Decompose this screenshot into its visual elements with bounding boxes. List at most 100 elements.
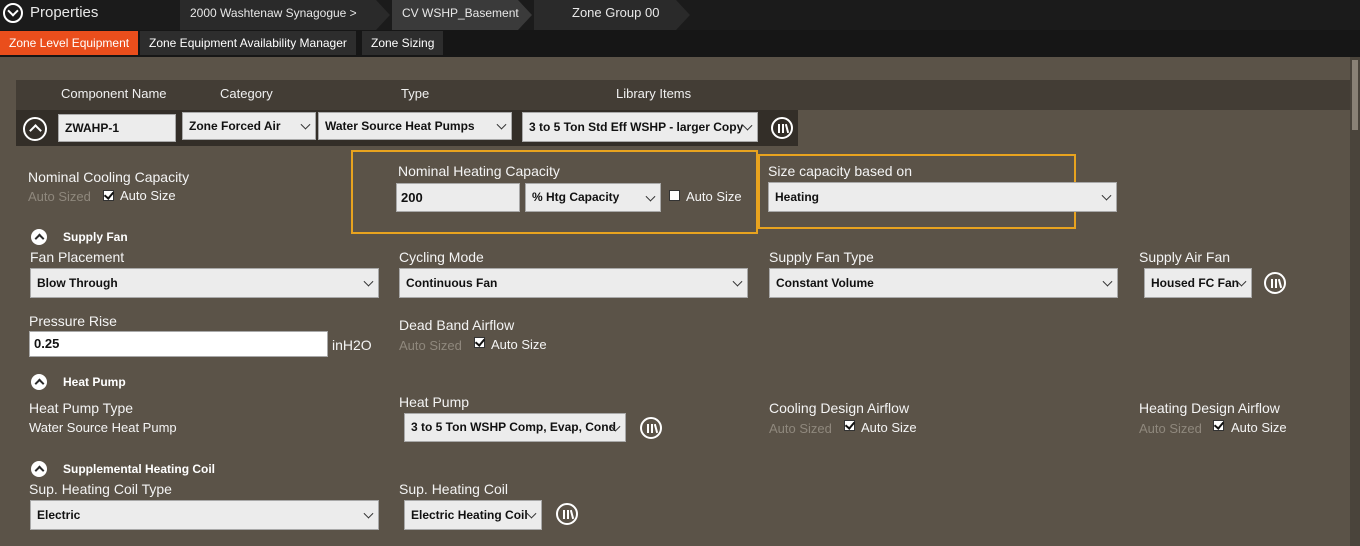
library-books-icon [569, 509, 575, 520]
fan-placement-label: Fan Placement [30, 249, 125, 265]
collapse-heat-pump-button[interactable] [31, 374, 47, 390]
column-header-category: Category [220, 86, 273, 101]
heat-pump-label: Heat Pump [399, 394, 470, 410]
cycling-mode-label: Cycling Mode [399, 249, 484, 265]
dead-band-autosize-label: Auto Size [491, 337, 547, 352]
collapse-properties-button[interactable] [3, 3, 23, 23]
sup-heating-coil-dropdown[interactable]: Electric Heating Coil [404, 500, 542, 530]
breadcrumb-label: CV WSHP_Basement [402, 6, 519, 20]
size-based-value: Heating [775, 190, 820, 204]
heat-pump-library-button[interactable] [640, 417, 662, 439]
heating-unit-value: % Htg Capacity [532, 190, 620, 204]
supply-air-fan-value: Housed FC Fan [1151, 276, 1240, 290]
collapse-component-button[interactable] [23, 117, 47, 141]
cycling-mode-dropdown[interactable]: Continuous Fan [399, 268, 748, 298]
heat-pump-type-value: Water Source Heat Pump [29, 420, 177, 435]
supply-fan-type-dropdown[interactable]: Constant Volume [769, 268, 1118, 298]
cycling-mode-value: Continuous Fan [406, 276, 498, 290]
scrollbar-thumb[interactable] [1352, 60, 1358, 130]
library-books-icon [1277, 278, 1283, 289]
type-value: Water Source Heat Pumps [325, 119, 475, 133]
heating-airflow-autosize-label: Auto Size [1231, 420, 1287, 435]
cooling-airflow-autosize-label: Auto Size [861, 420, 917, 435]
sup-heating-coil-label: Sup. Heating Coil [399, 481, 508, 497]
supply-fan-type-value: Constant Volume [776, 276, 874, 290]
sup-coil-library-button[interactable] [556, 503, 578, 525]
heating-design-airflow-label: Heating Design Airflow [1139, 400, 1280, 416]
heating-airflow-autosize-checkbox[interactable] [1213, 420, 1224, 431]
nominal-heating-capacity-label: Nominal Heating Capacity [398, 163, 560, 179]
collapse-supply-fan-button[interactable] [31, 229, 47, 245]
library-books-icon [778, 124, 780, 133]
dead-band-airflow-value: Auto Sized [399, 338, 462, 353]
column-header-component-name: Component Name [61, 86, 167, 101]
chevron-down-icon [732, 276, 743, 287]
fan-placement-dropdown[interactable]: Blow Through [30, 268, 379, 298]
component-name-input[interactable]: ZWAHP-1 [58, 114, 176, 142]
scrollbar-track[interactable] [1350, 57, 1360, 546]
heating-capacity-unit-dropdown[interactable]: % Htg Capacity [525, 183, 661, 212]
cooling-autosize-checkbox[interactable] [103, 190, 114, 201]
heating-autosize-checkbox[interactable] [669, 190, 680, 201]
library-books-icon [784, 123, 790, 134]
chevron-down-icon [1101, 190, 1112, 201]
heat-pump-section-title: Heat Pump [63, 375, 126, 389]
chevron-down-icon [496, 119, 507, 130]
chevron-down-icon [363, 276, 374, 287]
supplemental-coil-section-title: Supplemental Heating Coil [63, 462, 216, 476]
supply-fan-section-title: Supply Fan [63, 230, 128, 244]
chevron-down-icon [1102, 276, 1113, 287]
cooling-airflow-autosize-checkbox[interactable] [844, 420, 855, 431]
size-capacity-based-on-dropdown[interactable]: Heating [768, 182, 1117, 212]
cooling-design-airflow-value: Auto Sized [769, 421, 832, 436]
tab-zone-equipment-availability-manager[interactable]: Zone Equipment Availability Manager [140, 31, 356, 55]
chevron-down-icon [645, 191, 656, 202]
sup-coil-type-value: Electric [37, 508, 81, 522]
cooling-design-airflow-label: Cooling Design Airflow [769, 400, 910, 416]
supply-air-fan-library-button[interactable] [1264, 272, 1286, 294]
column-header-type: Type [401, 86, 430, 101]
library-books-icon [563, 510, 565, 519]
column-header-library-items: Library Items [616, 86, 692, 101]
chevron-down-icon [363, 508, 374, 519]
type-dropdown[interactable]: Water Source Heat Pumps [318, 112, 512, 140]
dead-band-autosize-checkbox[interactable] [474, 337, 485, 348]
heat-pump-value: 3 to 5 Ton WSHP Comp, Evap, Cond [411, 420, 616, 434]
pressure-rise-input[interactable]: 0.25 [29, 331, 328, 357]
tab-zone-level-equipment[interactable]: Zone Level Equipment [0, 31, 139, 55]
nominal-heating-capacity-input[interactable]: 200 [396, 183, 520, 212]
heat-pump-dropdown[interactable]: 3 to 5 Ton WSHP Comp, Evap, Cond [404, 413, 626, 442]
tab-zone-sizing[interactable]: Zone Sizing [362, 31, 444, 55]
breadcrumb-label: Zone Group 00 [572, 5, 660, 20]
chevron-down-icon [7, 5, 19, 17]
sup-heating-coil-type-label: Sup. Heating Coil Type [29, 481, 172, 497]
heating-design-airflow-value: Auto Sized [1139, 421, 1202, 436]
category-dropdown[interactable]: Zone Forced Air [182, 112, 316, 140]
chevron-up-icon [29, 124, 42, 137]
library-button[interactable] [771, 117, 793, 139]
library-items-dropdown[interactable]: 3 to 5 Ton Std Eff WSHP - larger Copy [522, 112, 758, 142]
fan-placement-value: Blow Through [37, 276, 118, 290]
pressure-rise-unit: inH2O [332, 337, 372, 353]
breadcrumb-item-airloop[interactable]: CV WSHP_Basement [392, 0, 532, 30]
sup-coil-value: Electric Heating Coil [411, 508, 528, 522]
supply-air-fan-label: Supply Air Fan [1139, 249, 1231, 265]
library-books-icon [647, 424, 649, 433]
library-books-icon [1275, 279, 1277, 288]
pressure-rise-label: Pressure Rise [29, 313, 117, 329]
collapse-supplemental-coil-button[interactable] [31, 461, 47, 477]
supply-air-fan-dropdown[interactable]: Housed FC Fan [1144, 268, 1252, 298]
cooling-autosize-label: Auto Size [120, 188, 176, 203]
breadcrumb-item-project[interactable]: 2000 Washtenaw Synagogue > [180, 0, 390, 30]
chevron-down-icon [526, 508, 537, 519]
supply-fan-type-label: Supply Fan Type [769, 249, 874, 265]
heat-pump-type-label: Heat Pump Type [29, 400, 134, 416]
breadcrumb-item-zone-group[interactable]: Zone Group 00 [534, 0, 690, 30]
library-books-icon [782, 124, 784, 133]
size-capacity-based-on-label: Size capacity based on [768, 163, 912, 179]
library-books-icon [651, 424, 653, 433]
nominal-cooling-capacity-label: Nominal Cooling Capacity [28, 169, 190, 185]
chevron-down-icon [300, 119, 311, 130]
library-value: 3 to 5 Ton Std Eff WSHP - larger Copy [529, 120, 744, 134]
sup-heating-coil-type-dropdown[interactable]: Electric [30, 500, 379, 530]
